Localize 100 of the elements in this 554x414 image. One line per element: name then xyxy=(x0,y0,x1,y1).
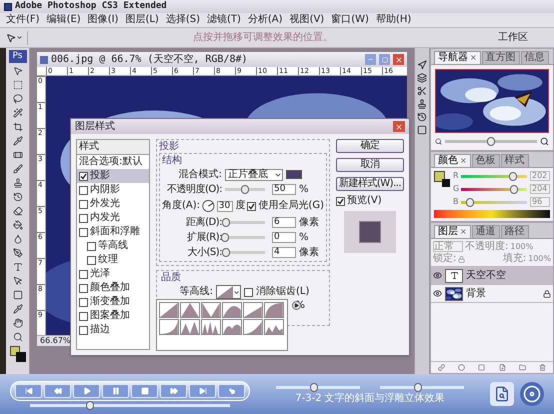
style-list-item[interactable]: 描边 xyxy=(77,323,149,337)
layer-row[interactable]: 天空不空 xyxy=(431,266,553,284)
color-swatches-icon[interactable] xyxy=(10,346,26,362)
slider-thumb[interactable] xyxy=(222,248,230,257)
style-list-item[interactable]: 斜面和浮雕 xyxy=(77,225,149,239)
angle-field[interactable]: 30 xyxy=(216,200,234,212)
playback-button[interactable] xyxy=(44,384,71,398)
style-list-item[interactable]: 混合选项:默认 xyxy=(77,155,149,169)
color-swatches-icon[interactable] xyxy=(434,171,450,187)
layer-row[interactable]: 背景 xyxy=(431,284,553,302)
dock-icon[interactable] xyxy=(417,73,427,83)
checkbox[interactable] xyxy=(79,326,88,334)
layer-action-icon[interactable] xyxy=(438,364,445,371)
style-list-item[interactable]: 渐变叠加 xyxy=(77,295,149,309)
contour-thumbnail[interactable] xyxy=(159,319,179,335)
playback-button[interactable] xyxy=(102,384,129,398)
menu-item[interactable]: 窗口(W) xyxy=(331,15,369,25)
style-list-item[interactable]: 投影 xyxy=(77,169,149,183)
slider-thumb[interactable] xyxy=(310,383,318,392)
menu-item[interactable]: 文件(F) xyxy=(6,15,40,25)
contour-thumbnail[interactable] xyxy=(159,302,179,318)
checkbox[interactable] xyxy=(87,256,96,264)
dialog-button[interactable]: 确定 xyxy=(336,139,404,153)
style-list-item[interactable]: 纹理 xyxy=(77,253,149,267)
zoom-level[interactable]: 66.67% xyxy=(40,337,71,345)
value-field[interactable]: 4 xyxy=(272,247,296,258)
panel-tab[interactable]: 图层 × xyxy=(434,225,471,238)
style-list-item[interactable]: 图案叠加 xyxy=(77,309,149,323)
contour-thumbnail[interactable] xyxy=(264,302,284,318)
close-button[interactable] xyxy=(393,54,404,65)
checkbox[interactable] xyxy=(247,202,256,210)
panel-tab[interactable]: 色板 xyxy=(472,154,500,167)
contour-thumbnail[interactable] xyxy=(180,319,200,335)
contour-thumbnail[interactable] xyxy=(222,319,242,335)
tool-icon[interactable] xyxy=(12,316,22,329)
playback-button[interactable] xyxy=(15,384,42,398)
contour-thumbnail[interactable] xyxy=(264,319,284,335)
checkbox[interactable] xyxy=(87,242,96,250)
panel-tab[interactable]: 通道 xyxy=(472,225,500,238)
tool-icon[interactable] xyxy=(12,190,22,203)
channel-slider-thumb[interactable] xyxy=(510,184,518,194)
playback-button[interactable] xyxy=(73,384,100,398)
maximize-button[interactable] xyxy=(379,54,390,65)
menu-item[interactable]: 选择(S) xyxy=(166,15,200,25)
shadow-color-swatch[interactable] xyxy=(286,170,302,179)
playback-button[interactable] xyxy=(218,384,245,398)
zoom-out-icon[interactable] xyxy=(435,138,442,145)
progress-thumb[interactable] xyxy=(86,401,94,410)
lock-icon[interactable] xyxy=(458,256,466,262)
tool-icon[interactable] xyxy=(12,288,22,301)
panel-tab[interactable]: 信息 xyxy=(520,51,549,64)
dock-icon[interactable] xyxy=(417,112,427,122)
tool-icon[interactable] xyxy=(12,120,22,133)
layer-action-icon[interactable] xyxy=(539,364,546,371)
value-field[interactable]: 0 xyxy=(272,232,296,243)
tool-icon[interactable] xyxy=(12,162,22,175)
channel-slider-thumb[interactable] xyxy=(509,172,518,180)
tool-icon[interactable] xyxy=(12,106,22,119)
channel-slider-thumb[interactable] xyxy=(466,198,474,206)
tool-icon[interactable] xyxy=(12,218,22,231)
contour-select[interactable] xyxy=(216,285,241,299)
checkbox[interactable] xyxy=(79,298,88,306)
checkbox[interactable] xyxy=(79,214,88,222)
tool-icon[interactable] xyxy=(12,176,22,189)
checkbox[interactable] xyxy=(336,196,345,206)
panel-tab[interactable]: 样式 xyxy=(500,154,529,167)
visibility-icon[interactable] xyxy=(433,271,442,280)
search-document-icon[interactable] xyxy=(490,382,514,406)
tool-icon[interactable] xyxy=(12,232,22,245)
checkbox[interactable] xyxy=(79,172,88,180)
move-tool-icon[interactable] xyxy=(6,32,23,42)
contour-thumbnail[interactable] xyxy=(201,302,221,318)
menu-item[interactable]: 图像(I) xyxy=(88,15,118,25)
dock-icon[interactable] xyxy=(417,125,427,135)
tool-icon[interactable] xyxy=(12,134,22,147)
slider-thumb[interactable] xyxy=(414,383,422,392)
dialog-button[interactable]: 取消 xyxy=(336,158,404,172)
panel-tab[interactable]: 导航器 × xyxy=(434,51,481,64)
value-field[interactable]: 6 xyxy=(272,217,296,228)
checkbox[interactable] xyxy=(79,200,88,208)
zoom-slider-thumb[interactable] xyxy=(487,137,495,146)
style-list-item[interactable]: 光泽 xyxy=(77,267,149,281)
angle-dial-icon[interactable] xyxy=(202,198,215,214)
menu-item[interactable]: 滤镜(T) xyxy=(206,15,241,25)
tool-icon[interactable] xyxy=(12,204,22,217)
dock-icon[interactable] xyxy=(417,99,427,109)
style-list-item[interactable]: 外发光 xyxy=(77,197,149,211)
tool-icon[interactable] xyxy=(12,330,22,343)
checkbox[interactable] xyxy=(79,228,88,236)
style-list-item[interactable]: 颜色叠加 xyxy=(77,281,149,295)
slider-thumb[interactable] xyxy=(241,185,249,194)
playback-button[interactable] xyxy=(189,384,216,398)
layer-action-icon[interactable] xyxy=(458,364,465,371)
blend-mode-select[interactable]: 正片叠底 xyxy=(225,168,283,180)
style-list-item[interactable]: 内阴影 xyxy=(77,183,149,197)
close-button[interactable] xyxy=(393,121,405,132)
style-list-item[interactable]: 内发光 xyxy=(77,211,149,225)
menu-item[interactable]: 视图(V) xyxy=(290,15,324,25)
panel-tab[interactable]: 颜色 × xyxy=(434,154,471,167)
dock-icon[interactable] xyxy=(417,86,427,96)
